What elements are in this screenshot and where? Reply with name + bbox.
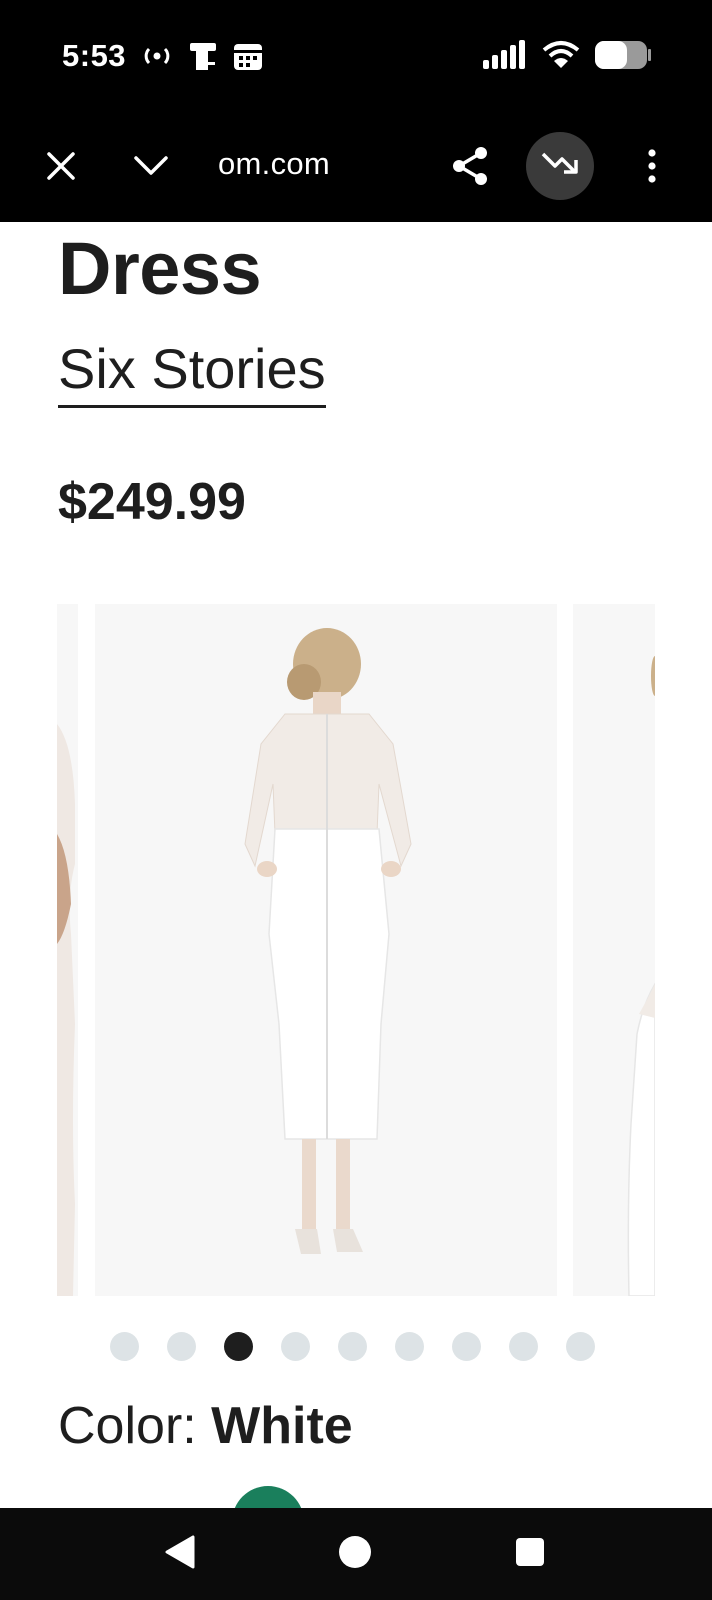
signal-icon <box>482 40 528 75</box>
pagination-dot[interactable] <box>338 1332 367 1361</box>
battery-icon <box>594 40 652 75</box>
color-swatch[interactable] <box>232 1486 304 1508</box>
gallery-image-current[interactable] <box>95 604 557 1296</box>
status-time: 5:53 <box>62 38 127 73</box>
pagination-dot-active[interactable] <box>224 1332 253 1361</box>
device-icon <box>188 40 218 77</box>
color-label: Color: <box>58 1397 197 1455</box>
close-tab-button[interactable] <box>29 136 93 200</box>
gallery-image-previous[interactable] <box>57 604 78 1296</box>
image-gallery[interactable] <box>57 604 655 1296</box>
more-options-button[interactable] <box>620 136 684 200</box>
recents-button[interactable] <box>506 1530 554 1578</box>
gallery-image-next[interactable] <box>573 604 655 1296</box>
wifi-icon <box>542 40 580 75</box>
color-selection: Color: White <box>58 1396 353 1456</box>
minimize-button[interactable] <box>119 136 183 200</box>
pagination-dot[interactable] <box>281 1332 310 1361</box>
gallery-pagination <box>110 1332 595 1361</box>
broadcast-icon <box>140 41 174 76</box>
chevron-down-icon <box>133 154 169 183</box>
share-icon <box>451 146 489 191</box>
calendar-icon <box>232 40 264 77</box>
system-nav-bar <box>0 1508 712 1600</box>
home-icon <box>337 1534 373 1575</box>
close-icon <box>46 151 76 186</box>
product-price: $249.99 <box>58 473 246 531</box>
price-insights-button[interactable] <box>526 132 594 200</box>
home-button[interactable] <box>331 1530 379 1578</box>
pagination-dot[interactable] <box>167 1332 196 1361</box>
pagination-dot[interactable] <box>566 1332 595 1361</box>
page-content: Dress Six Stories $249.99 Color: White <box>0 222 712 1508</box>
url-text[interactable]: om.com <box>218 146 330 182</box>
browser-toolbar: om.com <box>0 116 712 222</box>
back-button[interactable] <box>156 1530 204 1578</box>
trending-down-icon <box>540 149 580 184</box>
color-value: White <box>211 1397 353 1455</box>
pagination-dot[interactable] <box>452 1332 481 1361</box>
status-bar: 5:53 <box>0 0 712 116</box>
more-vert-icon <box>647 148 657 188</box>
recents-icon <box>514 1536 546 1573</box>
brand-link[interactable]: Six Stories <box>58 339 326 408</box>
share-button[interactable] <box>438 136 502 200</box>
pagination-dot[interactable] <box>110 1332 139 1361</box>
product-title: Dress <box>58 227 262 310</box>
pagination-dot[interactable] <box>395 1332 424 1361</box>
pagination-dot[interactable] <box>509 1332 538 1361</box>
back-icon <box>163 1534 197 1575</box>
